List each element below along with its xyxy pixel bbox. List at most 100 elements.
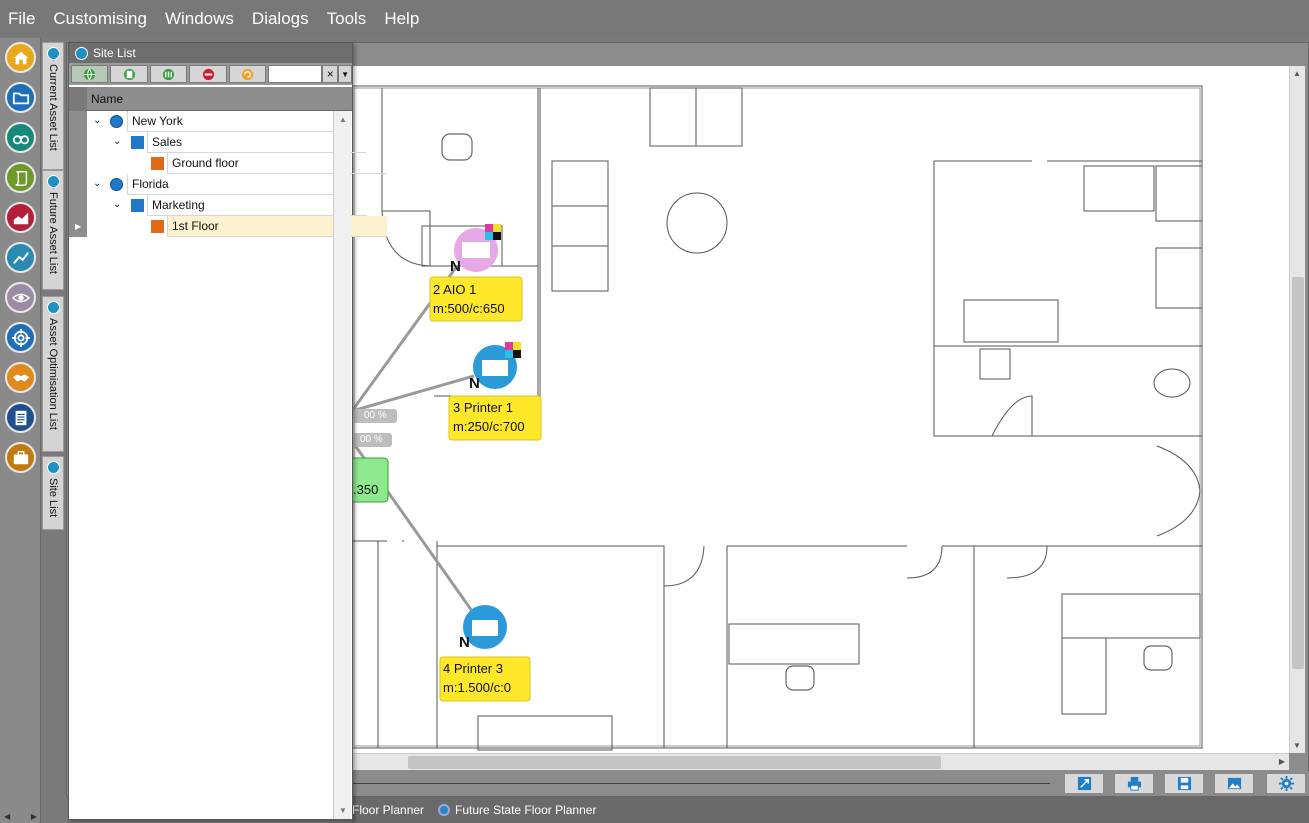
settings-button[interactable] — [1266, 773, 1306, 794]
chevron-down-icon[interactable]: ⌄ — [113, 136, 121, 147]
menu-windows[interactable]: Windows — [165, 9, 234, 29]
tab-label: Future State Floor Planner — [455, 803, 597, 817]
menu-help[interactable]: Help — [384, 9, 419, 29]
search-input[interactable] — [268, 65, 323, 83]
handshake-icon[interactable] — [5, 362, 36, 393]
tab-label: Site List — [47, 478, 59, 518]
area-chart-icon[interactable] — [5, 202, 36, 233]
globe-icon — [46, 47, 60, 60]
row-gutter — [69, 153, 87, 174]
folder-icon[interactable] — [5, 82, 36, 113]
device-printer1-stats: m:250/c:700 — [453, 419, 525, 434]
tab-label: Floor Planner — [352, 803, 425, 817]
tab-site-list[interactable]: Site List — [42, 456, 64, 530]
hub-value[interactable]: .350 — [353, 482, 378, 497]
row-gutter: ▶ — [69, 216, 87, 237]
device-printer3-badge: N — [459, 634, 470, 651]
tree-row[interactable]: ⌄ New York — [69, 111, 347, 132]
building-icon — [131, 136, 144, 149]
device-aio1-name[interactable]: 2 AIO 1 — [433, 282, 476, 297]
tab-floor-planner[interactable]: Floor Planner — [352, 803, 424, 817]
row-gutter — [69, 195, 87, 216]
print-button[interactable] — [1114, 773, 1154, 794]
floors-icon — [163, 68, 175, 80]
canvas-vertical-scrollbar[interactable]: ▲ ▼ — [1289, 66, 1305, 753]
vertical-tab-strip: Current Asset List Future Asset List Ass… — [41, 42, 65, 542]
tab-current-asset-list[interactable]: Current Asset List — [42, 42, 64, 170]
tab-future-state-floor-planner[interactable]: Future State Floor Planner — [438, 803, 596, 817]
globe-icon — [110, 178, 123, 191]
divider — [352, 783, 1050, 784]
tree-row-selected[interactable]: ▶ 1st Floor — [69, 216, 387, 237]
remove-button[interactable] — [189, 65, 227, 83]
save-icon — [1177, 776, 1191, 791]
target-icon[interactable] — [5, 322, 36, 353]
floor-planner-toolbar — [352, 771, 1309, 796]
tree-row[interactable]: ⌄ Sales — [69, 132, 367, 153]
show-floors-button[interactable] — [149, 65, 188, 83]
scroll-down-arrow[interactable]: ▼ — [1293, 741, 1301, 750]
expand-button[interactable] — [1064, 773, 1104, 794]
tab-label: Current Asset List — [47, 64, 59, 151]
refresh-button[interactable] — [228, 65, 267, 83]
module-rail: ◀ ▶ — [0, 38, 41, 823]
tree-item-label: 1st Floor — [167, 216, 387, 237]
scroll-up-arrow[interactable]: ▲ — [339, 115, 347, 124]
chevron-down-icon[interactable]: ⌄ — [113, 199, 121, 210]
tree-row[interactable]: ⌄ Marketing — [69, 195, 367, 216]
tree-row[interactable]: ⌄ Florida — [69, 174, 347, 195]
site-list-panel: Site List × ▼ Name ⌄ New York ⌄ Sales Gr… — [68, 42, 387, 820]
rail-scroll-arrows[interactable]: ◀ ▶ — [0, 812, 41, 821]
document-icon[interactable] — [5, 402, 36, 433]
globe-icon — [46, 461, 60, 474]
settings-icon — [1278, 776, 1294, 791]
scroll-thumb[interactable] — [408, 756, 941, 769]
scroll-down-arrow[interactable]: ▼ — [339, 806, 347, 815]
briefcase-icon[interactable] — [5, 442, 36, 473]
device-printer1-name[interactable]: 3 Printer 1 — [453, 400, 513, 415]
tree-item-label: New York — [127, 111, 347, 132]
device-aio1-stats: m:500/c:650 — [433, 301, 505, 316]
eye-icon[interactable] — [5, 282, 36, 313]
device-printer1-badge: N — [469, 375, 480, 392]
device-printer3-stats: m:1.500/c:0 — [443, 680, 511, 695]
menu-customising[interactable]: Customising — [53, 9, 147, 29]
globe-icon — [110, 115, 123, 128]
print-icon — [1127, 776, 1141, 791]
scroll-icon[interactable] — [5, 162, 36, 193]
export-image-button[interactable] — [1214, 773, 1254, 794]
menu-file[interactable]: File — [8, 9, 35, 29]
floor-icon — [151, 220, 164, 233]
show-buildings-button[interactable] — [110, 65, 148, 83]
tree-vertical-scrollbar[interactable]: ▲ ▼ — [333, 111, 351, 819]
globe-icon — [46, 301, 60, 314]
clear-search-button[interactable]: × — [322, 65, 339, 83]
tree-header: Name — [69, 87, 352, 111]
show-sites-button[interactable] — [71, 65, 109, 83]
tab-future-asset-list[interactable]: Future Asset List — [42, 170, 64, 290]
scroll-thumb[interactable] — [1292, 277, 1304, 669]
floor-plan-canvas[interactable]: N 2 AIO 1 m:500/c:650 N 3 Printer 1 m:25… — [352, 66, 1289, 753]
globe-icon — [46, 175, 60, 188]
device-printer3-name[interactable]: 4 Printer 3 — [443, 661, 503, 676]
chevron-down-icon[interactable]: ▼ — [338, 65, 352, 83]
chevron-down-icon[interactable]: ⌄ — [93, 115, 101, 126]
scroll-right-arrow[interactable]: ▶ — [1279, 757, 1285, 766]
chevron-down-icon[interactable]: ⌄ — [93, 178, 101, 189]
tree-row[interactable]: Ground floor — [69, 153, 387, 174]
globe-icon — [75, 46, 88, 60]
panel-titlebar[interactable]: Site List — [69, 43, 352, 63]
column-header-name[interactable]: Name — [91, 92, 123, 106]
save-button[interactable] — [1164, 773, 1204, 794]
binoculars-icon[interactable] — [5, 122, 36, 153]
floor-icon — [151, 157, 164, 170]
trend-icon[interactable] — [5, 242, 36, 273]
menu-tools[interactable]: Tools — [327, 9, 367, 29]
scroll-up-arrow[interactable]: ▲ — [1293, 69, 1301, 78]
menu-dialogs[interactable]: Dialogs — [252, 9, 309, 29]
row-gutter — [69, 132, 87, 153]
menu-bar: File Customising Windows Dialogs Tools H… — [0, 0, 1309, 38]
tab-asset-optimisation-list[interactable]: Asset Optimisation List — [42, 296, 64, 452]
canvas-horizontal-scrollbar[interactable]: ▶ — [352, 753, 1289, 770]
home-icon[interactable] — [5, 42, 36, 73]
